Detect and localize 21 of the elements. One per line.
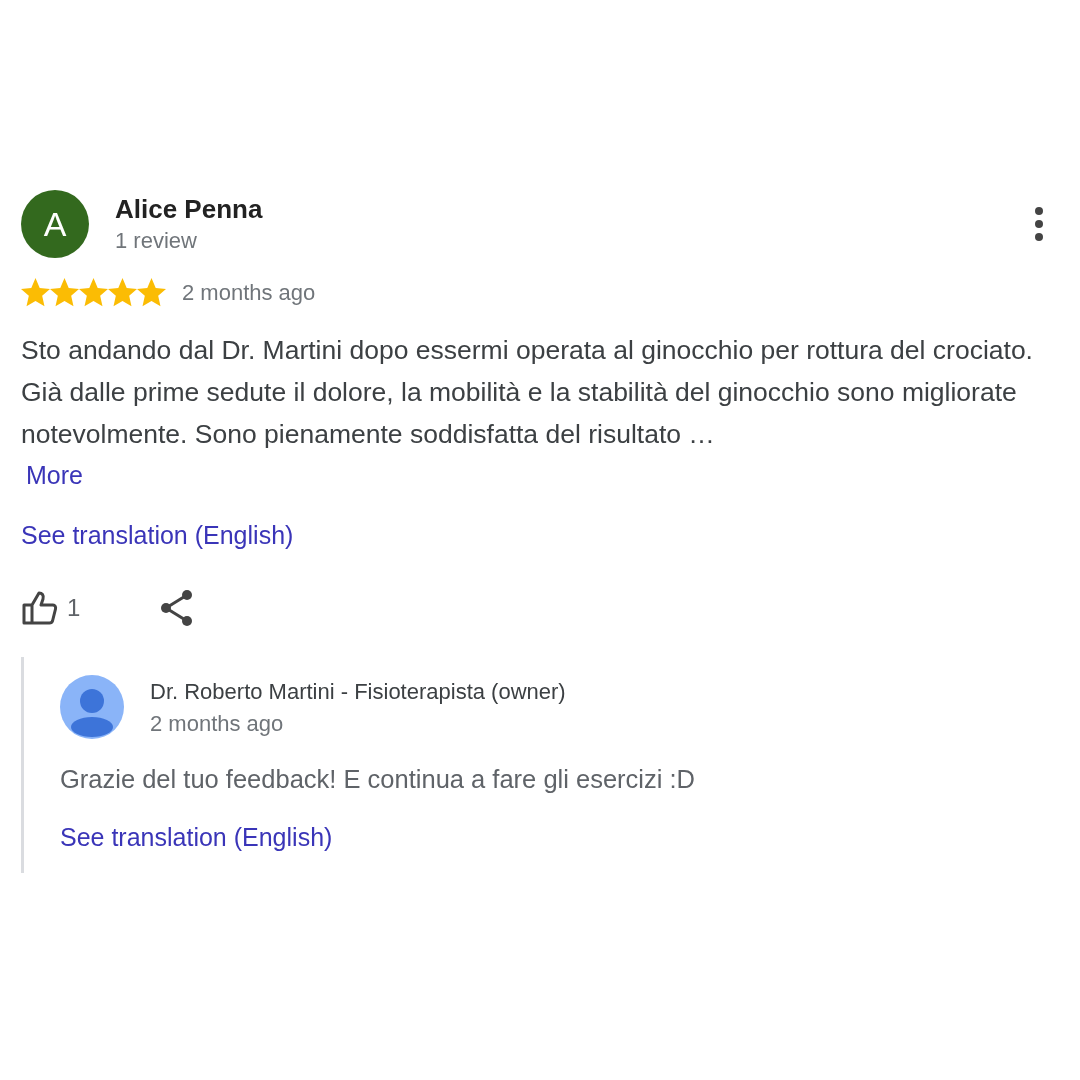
more-link[interactable]: More (26, 455, 83, 495)
star-icon (21, 278, 50, 307)
owner-name: Dr. Roberto Martini - Fisioterapista (owner) (150, 678, 567, 706)
share-icon[interactable] (159, 589, 195, 627)
star-icon (79, 278, 108, 307)
reviewer-name[interactable]: Alice Penna (115, 192, 1034, 226)
review-time: 2 months ago (182, 279, 316, 306)
more-options-icon[interactable] (1034, 206, 1044, 242)
translation-link[interactable]: See translation (English) (21, 515, 294, 555)
star-icon (108, 278, 137, 307)
star-icon (137, 278, 166, 307)
reply-time: 2 months ago (150, 710, 285, 738)
review-count: 1 review (115, 227, 198, 255)
avatar: A (21, 190, 89, 258)
review-text: Sto andando dal Dr. Martini dopo essermi operata al ginocchio per rottura del crociato. Già dalle prime sedute il dolore, la mobilità e la stabilità del ginocchio sono migliorate notevolmente. Sono pienamente soddisfatta del risultato … (21, 334, 1034, 451)
person-avatar-icon (60, 675, 124, 739)
translation-link[interactable]: See translation (English) (60, 817, 333, 857)
like-count: 1 (67, 594, 81, 622)
star-icon (50, 278, 79, 307)
thumbs-up-icon[interactable] (21, 590, 59, 626)
reply-text: Grazie del tuo feedback! E continua a fare gli esercizi :D (60, 764, 696, 795)
